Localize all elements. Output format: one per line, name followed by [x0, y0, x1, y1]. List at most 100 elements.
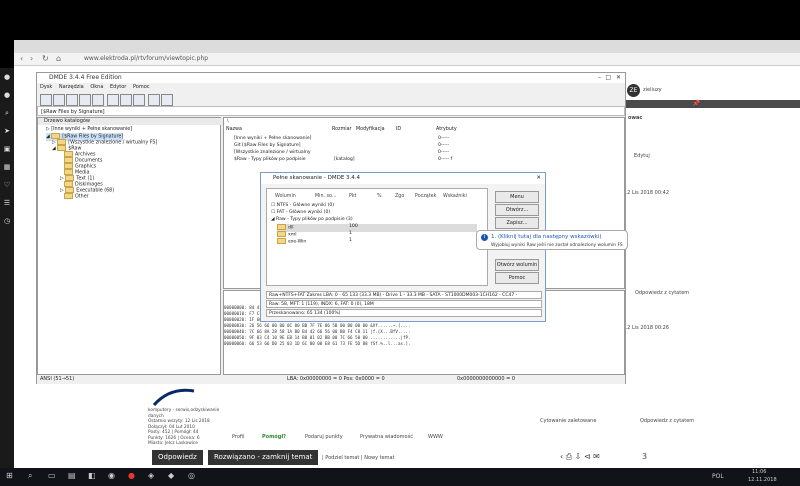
- scan-row[interactable]: dll 100: [277, 224, 477, 232]
- home-icon[interactable]: ⌂: [56, 54, 61, 63]
- dialog-title: Pełne skanowanie - DMDE 3.4.4: [273, 175, 361, 181]
- helped-link[interactable]: Pomógł?: [262, 434, 286, 440]
- recommend-link[interactable]: Cytowanie zaletowane: [540, 418, 596, 424]
- browser-icon[interactable]: ◉: [108, 471, 115, 480]
- toolbar-hex-icon[interactable]: [107, 94, 119, 106]
- footer-links[interactable]: | Podziel temat | Nowy temat: [322, 455, 395, 461]
- send-icon[interactable]: ➤: [0, 122, 14, 140]
- save-button[interactable]: Zapisz...: [495, 217, 539, 229]
- quote-link-2[interactable]: Odpowiedz z cytatem: [640, 418, 694, 424]
- start-icon[interactable]: ⊞: [6, 471, 13, 480]
- toolbar-text-icon[interactable]: [120, 94, 132, 106]
- www-link[interactable]: WWW: [428, 434, 443, 440]
- store-icon[interactable]: ◧: [88, 471, 96, 480]
- col-attributes[interactable]: Atrybuty: [436, 127, 457, 132]
- search-icon[interactable]: ⌕: [28, 471, 32, 481]
- clock-icon[interactable]: ◷: [0, 212, 14, 230]
- avatar[interactable]: ZE: [627, 84, 640, 97]
- whatsapp-icon[interactable]: ●: [0, 86, 14, 104]
- clock-date[interactable]: 12.11.2018: [748, 477, 777, 483]
- scan-row[interactable]: ☐ FAT - Główne wyniki (0): [271, 210, 330, 216]
- private-message-link[interactable]: Prywatna wiadomość: [360, 434, 413, 440]
- status-offset: 0x0000000000000 = 0: [457, 376, 516, 382]
- user-info: komputery - serwis,odzyskiwanie danych O…: [148, 408, 220, 446]
- open-button[interactable]: Otwórz...: [495, 204, 539, 216]
- back-icon[interactable]: ‹: [20, 54, 23, 63]
- menu-windows[interactable]: Okna: [90, 84, 103, 90]
- explorer-icon[interactable]: ▤: [68, 471, 76, 480]
- search-icon[interactable]: ⌕: [0, 104, 14, 122]
- col-modified[interactable]: Modyfikacja: [356, 127, 385, 132]
- toolbar-list-icon[interactable]: [53, 94, 65, 106]
- quote-link-1[interactable]: Odpowiedz z cytatem: [635, 290, 689, 296]
- reply-button[interactable]: Odpowiedz: [152, 450, 203, 465]
- menu-button[interactable]: Menu: [495, 191, 539, 203]
- menu-disk[interactable]: Dysk: [40, 84, 52, 90]
- reload-icon[interactable]: ↻: [42, 54, 49, 63]
- hint-tooltip[interactable]: i 1. (Kliknij tutaj dla następny wskazów…: [476, 230, 628, 250]
- profile-link[interactable]: Profil: [232, 434, 244, 440]
- col-size[interactable]: Rozmiar: [332, 127, 352, 132]
- col-indicators[interactable]: Wskaźniki: [443, 194, 467, 199]
- scan-row[interactable]: ◢ Raw - Typy plików po podpisie (3): [271, 217, 353, 223]
- col-volume[interactable]: Wolumin: [275, 194, 296, 199]
- list-icon[interactable]: ☰: [0, 194, 14, 212]
- grid-icon[interactable]: ▦: [0, 158, 14, 176]
- toolbar-settings-icon[interactable]: [161, 94, 173, 106]
- scan-row[interactable]: exe-Win 1: [277, 238, 352, 246]
- post-date-2: 12 Lis 2018 00:26: [624, 325, 670, 331]
- language-indicator[interactable]: POL: [712, 473, 724, 480]
- toolbar-arrow-icon[interactable]: [66, 94, 78, 106]
- toolbar-image-icon[interactable]: [79, 94, 91, 106]
- folder-icon: [277, 231, 286, 237]
- address-bar[interactable]: ‹ › ↻ ⌂ www.elektroda.pl/rtvforum/viewto…: [14, 53, 800, 66]
- col-points[interactable]: Pkt: [349, 194, 357, 199]
- menu-tools[interactable]: Narzędzia: [59, 84, 84, 90]
- toolbar-view-icon[interactable]: [92, 94, 104, 106]
- hint-title[interactable]: 1. (Kliknij tutaj dla następny wskazówki…: [491, 234, 602, 240]
- opera-icon[interactable]: ●: [128, 471, 135, 480]
- toolbar-grid-icon[interactable]: [133, 94, 145, 106]
- forum-right-column: [610, 80, 800, 450]
- toolbar-save-icon[interactable]: [148, 94, 160, 106]
- col-id[interactable]: ID: [396, 127, 401, 132]
- url-text[interactable]: www.elektroda.pl/rtvforum/viewtopic.php: [84, 55, 208, 62]
- menu-bar: Dysk Narzędzia Okna Edytor Pomoc: [37, 83, 625, 92]
- status-bar: ANSI (51→51) LBA: 0x00000000 = 0 Pos: 0x…: [37, 375, 625, 384]
- help-button[interactable]: Pomoc: [495, 272, 539, 284]
- app-icon[interactable]: ◎: [188, 471, 195, 480]
- minimize-icon[interactable]: –: [598, 73, 601, 83]
- hex-row: 00000050: 9F 83 C4 10 9E EB 14 B0 01 02 …: [224, 335, 411, 340]
- solved-button[interactable]: Rozwiązano - zamknij temat: [208, 450, 319, 465]
- col-name[interactable]: Nazwa: [226, 127, 242, 132]
- col-min[interactable]: Min. so...: [315, 194, 337, 199]
- edit-link[interactable]: Edytuj: [634, 153, 650, 159]
- close-icon[interactable]: ✕: [616, 73, 621, 83]
- app-icon[interactable]: ◈: [148, 471, 154, 480]
- col-percent[interactable]: %: [377, 194, 382, 199]
- camera-icon[interactable]: ▣: [0, 140, 14, 158]
- give-points-link[interactable]: Podaruj punkty: [305, 434, 343, 440]
- messenger-sidebar: ● ● ⌕ ➤ ▣ ▦ ♡ ☰ ◷: [0, 68, 14, 468]
- maximize-icon[interactable]: □: [605, 73, 611, 83]
- user-avatar-image: [150, 385, 202, 407]
- page-number[interactable]: 3: [642, 452, 647, 461]
- dialog-close-icon[interactable]: ✕: [536, 173, 541, 184]
- col-start[interactable]: Początek: [415, 194, 436, 199]
- heart-icon[interactable]: ♡: [0, 176, 14, 194]
- toolbar-disk-icon[interactable]: [40, 94, 52, 106]
- menu-help[interactable]: Pomoc: [133, 84, 150, 90]
- task-view-icon[interactable]: ▭: [48, 471, 56, 480]
- forward-icon[interactable]: ›: [30, 54, 33, 63]
- scan-row[interactable]: ☐ NTFS - Główne wyniki (0): [271, 203, 334, 209]
- dmde-icon[interactable]: ◆: [168, 471, 174, 480]
- clock-time[interactable]: 11:06: [752, 469, 766, 475]
- messenger-icon[interactable]: ●: [0, 68, 14, 86]
- username[interactable]: zieliuzy: [643, 87, 662, 93]
- page-nav-icons[interactable]: ‹ ⎙ ⇩ ⊲ ✉: [560, 452, 600, 462]
- open-volume-button[interactable]: Otwórz wolumin: [495, 259, 539, 271]
- menu-editor[interactable]: Edytor: [110, 84, 126, 90]
- tree-item[interactable]: Other: [64, 193, 89, 201]
- path-bar: [$Raw Files by Signature]: [37, 106, 625, 116]
- col-match[interactable]: Zgo: [395, 194, 404, 199]
